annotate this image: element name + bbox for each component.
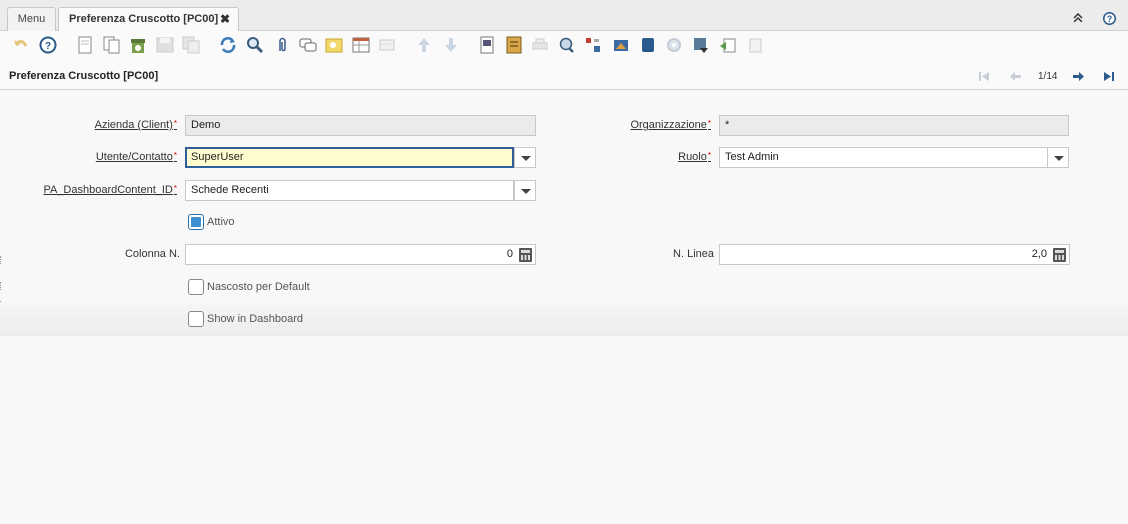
first-record-icon[interactable] (978, 71, 990, 82)
report-icon[interactable] (478, 36, 496, 54)
previous-record-icon[interactable] (1009, 71, 1022, 82)
save-icon[interactable] (156, 36, 174, 54)
user-label-text: Utente/Contatto (95, 151, 173, 163)
close-tab-icon[interactable]: ✖ (220, 8, 230, 30)
client-label[interactable]: Azienda (Client)* (40, 119, 177, 131)
save-new-icon[interactable] (182, 36, 200, 54)
organization-label-text: Organizzazione (630, 119, 707, 131)
column-no-label: Colonna N. (124, 248, 180, 260)
dashboard-content-label-text: PA_DashboardContent_ID (43, 184, 173, 196)
help-icon[interactable]: ? (39, 36, 57, 54)
copy-record-icon[interactable] (103, 36, 121, 54)
dashboard-content-dropdown-button[interactable] (514, 180, 536, 201)
chat-icon[interactable] (299, 36, 317, 54)
active-checkbox[interactable] (188, 214, 204, 230)
import-icon[interactable] (746, 36, 764, 54)
multi-view-icon[interactable] (378, 36, 396, 54)
dashboard-content-field[interactable]: Schede Recenti (185, 180, 514, 201)
attachment-icon[interactable] (273, 36, 291, 54)
next-record-icon[interactable] (1072, 71, 1085, 82)
required-mark: * (707, 119, 711, 128)
svg-text:?: ? (1107, 14, 1113, 24)
organization-field: * (719, 115, 1069, 136)
collapse-icon[interactable] (1073, 13, 1083, 22)
undo-icon[interactable] (12, 36, 30, 54)
show-dashboard-checkbox[interactable] (188, 311, 204, 327)
next-record-arrow-icon[interactable] (442, 36, 460, 54)
splitter-handle[interactable] (0, 282, 3, 290)
last-record-icon[interactable] (1103, 71, 1115, 82)
zoom-across-icon[interactable] (557, 36, 575, 54)
svg-text:?: ? (45, 41, 51, 52)
line-no-label: N. Linea (673, 248, 714, 260)
help-circle-icon[interactable]: ? (1102, 11, 1117, 26)
tab-label: Preferenza Cruscotto [PC00] (69, 13, 219, 25)
page-title: Preferenza Cruscotto [PC00] (9, 70, 159, 82)
refresh-icon[interactable] (219, 36, 237, 54)
requests-icon[interactable] (612, 36, 630, 54)
client-field: Demo (185, 115, 536, 136)
show-dashboard-label: Show in Dashboard (207, 313, 304, 325)
required-mark: * (173, 151, 177, 160)
line-no-field[interactable]: 2,0 (719, 244, 1070, 265)
process-icon[interactable] (665, 36, 683, 54)
organization-label[interactable]: Organizzazione* (560, 119, 711, 131)
archive-icon[interactable] (505, 36, 523, 54)
calculator-icon[interactable] (1053, 248, 1066, 262)
grid-toggle-icon[interactable] (352, 36, 370, 54)
required-mark: * (173, 119, 177, 128)
previous-record-arrow-icon[interactable] (415, 36, 433, 54)
user-field[interactable]: SuperUser (185, 147, 514, 168)
print-icon[interactable] (531, 36, 549, 54)
detail-band (0, 302, 1128, 336)
role-dropdown-button[interactable] (1047, 147, 1069, 168)
post-it-icon[interactable] (325, 36, 343, 54)
find-icon[interactable] (246, 36, 264, 54)
empty-detail-area (0, 336, 1128, 524)
required-mark: * (173, 184, 177, 193)
hidden-default-label: Nascosto per Default (207, 281, 310, 293)
user-label[interactable]: Utente/Contatto* (40, 151, 177, 163)
role-label-text: Ruolo (678, 151, 707, 163)
product-info-icon[interactable] (639, 36, 657, 54)
new-record-icon[interactable] (76, 36, 94, 54)
delete-icon[interactable] (129, 36, 147, 54)
active-workflows-icon[interactable] (584, 36, 602, 54)
tab-bar: Menu Preferenza Cruscotto [PC00] ✖ ? (0, 0, 1128, 32)
record-count: 1/14 (1038, 71, 1058, 82)
tab-menu[interactable]: Menu (7, 7, 56, 31)
dashboard-content-label[interactable]: PA_DashboardContent_ID* (20, 184, 177, 196)
tab-preferenza-cruscotto[interactable]: Preferenza Cruscotto [PC00] ✖ (58, 7, 239, 32)
user-dropdown-button[interactable] (514, 147, 536, 168)
hidden-default-checkbox[interactable] (188, 279, 204, 295)
active-label: Attivo (207, 216, 235, 228)
customize-icon[interactable] (692, 36, 710, 54)
record-header: Preferenza Cruscotto [PC00] 1/14 (0, 61, 1128, 90)
splitter-handle[interactable] (0, 256, 3, 264)
column-no-field[interactable]: 0 (185, 244, 536, 265)
role-field[interactable]: Test Admin (719, 147, 1048, 168)
client-label-text: Azienda (Client) (94, 119, 173, 131)
toolbar: ? (0, 31, 1128, 61)
role-label[interactable]: Ruolo* (560, 151, 711, 163)
calculator-icon[interactable] (519, 248, 532, 262)
required-mark: * (707, 151, 711, 160)
export-icon[interactable] (719, 36, 737, 54)
